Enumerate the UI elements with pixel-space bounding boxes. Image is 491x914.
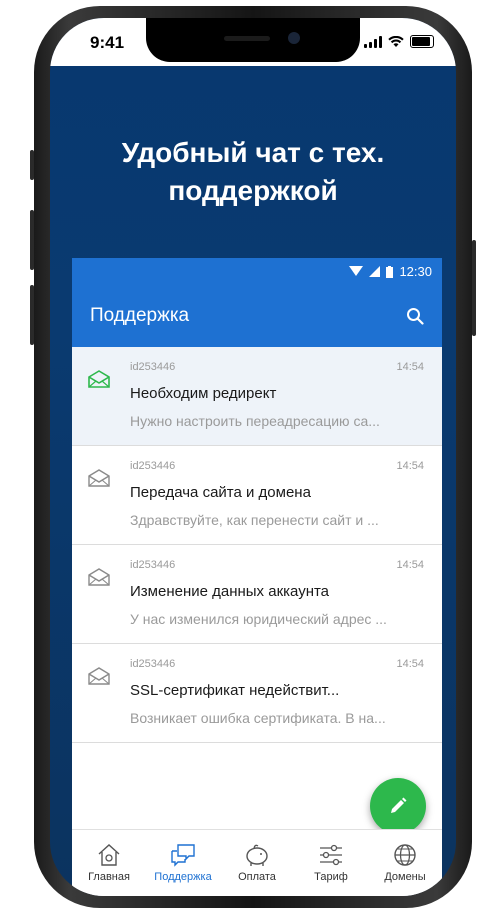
app-bar: Поддержка bbox=[72, 285, 442, 347]
phone-volume-up bbox=[30, 210, 34, 270]
pencil-icon bbox=[391, 797, 407, 813]
phone-power-button bbox=[472, 240, 476, 336]
ticket-time: 14:54 bbox=[396, 361, 424, 373]
ticket-item[interactable]: id253446 14:54 Изменение данных аккаунта… bbox=[72, 545, 442, 644]
nav-label: Домены bbox=[384, 871, 426, 883]
ticket-id: id253446 bbox=[130, 658, 176, 670]
headline-line-2: поддержкой bbox=[168, 175, 338, 206]
nav-item-home[interactable]: Главная bbox=[72, 843, 146, 883]
ticket-title: Изменение данных аккаунта bbox=[130, 583, 330, 600]
ticket-list: id253446 14:54 Необходим редирект Нужно … bbox=[72, 347, 442, 743]
search-button[interactable] bbox=[406, 307, 424, 325]
ticket-title: SSL-сертификат недействит... bbox=[130, 682, 340, 699]
battery-icon bbox=[410, 35, 434, 48]
cellular-signal-icon bbox=[369, 266, 381, 277]
phone-notch bbox=[146, 18, 360, 62]
app-bar-title: Поддержка bbox=[90, 305, 190, 326]
envelope-open-icon bbox=[88, 568, 110, 586]
home-icon bbox=[98, 844, 120, 866]
android-status-bar: 12:30 bbox=[72, 258, 442, 285]
nav-label: Оплата bbox=[238, 871, 276, 883]
nav-label: Тариф bbox=[314, 871, 348, 883]
ios-status-time: 9:41 bbox=[90, 33, 125, 52]
headline-line-1: Удобный чат с тех. bbox=[121, 137, 385, 168]
piggy-bank-icon bbox=[246, 844, 268, 866]
front-camera bbox=[288, 32, 300, 44]
envelope-open-icon bbox=[88, 370, 110, 388]
nav-item-support[interactable]: Поддержка bbox=[146, 843, 220, 883]
envelope-open-icon bbox=[88, 667, 110, 685]
ticket-id: id253446 bbox=[130, 559, 176, 571]
chat-icon bbox=[171, 844, 195, 867]
ticket-preview: Здравствуйте, как перенести сайт и ... bbox=[130, 512, 379, 528]
ticket-item[interactable]: id253446 14:54 Необходим редирект Нужно … bbox=[72, 347, 442, 446]
ticket-time: 14:54 bbox=[396, 658, 424, 670]
ticket-time: 14:54 bbox=[396, 559, 424, 571]
ticket-preview: Нужно настроить переадресацию са... bbox=[130, 413, 380, 429]
speaker-grille bbox=[224, 36, 270, 41]
nav-label: Главная bbox=[88, 871, 130, 883]
compose-button[interactable] bbox=[370, 778, 426, 834]
ios-status-icons bbox=[364, 35, 434, 48]
battery-icon bbox=[386, 265, 394, 278]
promo-headline: Удобный чат с тех. поддержкой bbox=[50, 134, 456, 210]
phone-screen: 9:41 Удобный чат с тех. поддержкой 12:30 bbox=[50, 18, 456, 896]
nav-item-domains[interactable]: Домены bbox=[368, 843, 442, 883]
globe-icon bbox=[394, 844, 416, 866]
cellular-signal-icon bbox=[364, 35, 382, 48]
android-status-time: 12:30 bbox=[399, 264, 432, 279]
support-app-screen: 12:30 Поддержка id253446 14:54 Необходим… bbox=[72, 258, 442, 896]
nav-item-tariff[interactable]: Тариф bbox=[294, 843, 368, 883]
ticket-item[interactable]: id253446 14:54 Передача сайта и домена З… bbox=[72, 446, 442, 545]
ticket-preview: Возникает ошибка сертификата. В на... bbox=[130, 710, 386, 726]
nav-label: Поддержка bbox=[154, 871, 212, 883]
ticket-id: id253446 bbox=[130, 460, 176, 472]
sliders-icon bbox=[320, 844, 342, 866]
search-icon bbox=[407, 308, 424, 325]
phone-mute-switch bbox=[30, 150, 34, 180]
wifi-icon bbox=[388, 35, 404, 47]
ticket-title: Передача сайта и домена bbox=[130, 484, 311, 501]
phone-volume-down bbox=[30, 285, 34, 345]
ticket-item[interactable]: id253446 14:54 SSL-сертификат недействит… bbox=[72, 644, 442, 743]
nav-item-payment[interactable]: Оплата bbox=[220, 843, 294, 883]
ticket-time: 14:54 bbox=[396, 460, 424, 472]
ticket-id: id253446 bbox=[130, 361, 176, 373]
ticket-preview: У нас изменился юридический адрес ... bbox=[130, 611, 387, 627]
envelope-open-icon bbox=[88, 469, 110, 487]
wifi-icon bbox=[349, 266, 364, 276]
ticket-title: Необходим редирект bbox=[130, 385, 277, 402]
bottom-navigation: Главная Поддержка Оплата Тариф Домены bbox=[72, 829, 442, 896]
